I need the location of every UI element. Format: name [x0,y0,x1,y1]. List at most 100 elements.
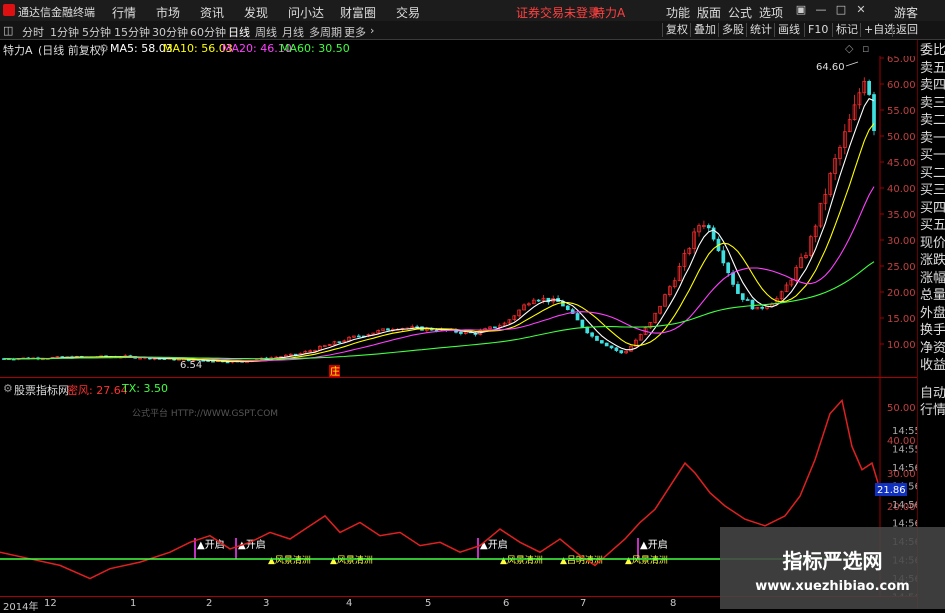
app-logo-icon [3,4,15,16]
price-tick-label-1: 60.00 [887,80,916,91]
ma60-line [3,261,875,360]
high-price-label: 64.60 [816,62,845,73]
period-15min[interactable]: 15分钟 [114,24,150,40]
low-price-label: 6.54 [180,360,202,371]
side-label-9: 买四 [920,200,945,216]
price-tick-label-8: 25.00 [887,262,916,273]
period-weekly[interactable]: 周线 [255,24,277,40]
candle-body [740,293,745,300]
period-more[interactable]: 更多 [344,24,366,40]
back-button[interactable]: 返回 [892,23,921,37]
x-label-jun: 6 [503,598,510,609]
watermark: 指标严选网 www.xuezhibiao.com [720,527,945,609]
side-label-4: 卖二 [920,113,945,128]
settings-icon[interactable]: ⚙ [99,42,109,55]
candle-body [731,272,735,285]
watermark-url: www.xuezhibiao.com [755,579,910,594]
menu-item-market[interactable]: 市场 [156,4,180,21]
chevron-right-icon[interactable]: › [370,24,374,37]
panel-toggle-icon[interactable]: ◫ [3,24,13,37]
window-toggle-icon[interactable]: ▫ [862,42,869,55]
candle-body [211,360,215,363]
close-icon[interactable]: ✕ [853,2,869,18]
indicator-tab-1[interactable]: 行情 [920,402,945,420]
high-price-pointer [845,61,859,67]
f10-button[interactable]: F10 [804,23,831,37]
candle-body [750,299,755,310]
side-label-2: 卖四 [920,78,945,93]
ma60-label: MA60: 30.50 [280,42,350,55]
candle-body [337,341,342,344]
menu-item-news[interactable]: 资讯 [200,4,224,21]
price-tick-label-7: 30.00 [887,236,916,247]
indicator-tab-0[interactable]: 自动 [920,385,945,403]
candle-body [604,342,609,347]
period-multi[interactable]: 多周期 [309,24,342,40]
maximize-icon[interactable]: □ [833,2,849,18]
price-tick-label-10: 15.00 [887,314,916,325]
menu-item-wealth[interactable]: 财富圈 [340,4,376,21]
period-1min[interactable]: 1分钟 [50,24,79,40]
period-60min[interactable]: 60分钟 [190,24,226,40]
menu-item-layout[interactable]: 版面 [697,4,721,21]
side-label-5: 卖一 [920,130,945,146]
side-label-17: 净资 [920,340,945,356]
skin-icon[interactable]: ▣ [793,2,809,18]
side-label-6: 买一 [920,148,945,163]
menu-item-discover[interactable]: 发现 [244,4,268,21]
menu-item-ask[interactable]: 问小达 [288,4,324,21]
signal-text: ▲风景清洲 [330,554,373,566]
side-label-0: 委比 [920,43,945,58]
price-tick-label-4: 45.00 [887,158,916,169]
candle-body [614,347,619,351]
login-status[interactable]: 证券交易未登录 [516,4,600,21]
ma10-line [3,123,875,362]
x-label-apr: 4 [346,598,353,609]
candle-body [575,313,580,321]
open-signal-label: ▲开启 [197,538,225,551]
price-chart[interactable]: 65.00 60.00 55.00 50.00 45.00 40.00 35.00 30.00… [0,56,917,377]
overlay-button[interactable]: 叠加 [690,23,719,37]
side-label-11: 现价 [920,235,945,251]
menu-item-function[interactable]: 功能 [666,4,690,21]
user-label[interactable]: 游客 [894,4,918,21]
mark-button[interactable]: 标记 [832,23,861,37]
candle-body [609,345,614,349]
indicator-time-tick-1: 14:55 [892,445,917,456]
menu-item-formula[interactable]: 公式 [728,4,752,21]
candle-body [565,305,570,311]
menu-item-quotes[interactable]: 行情 [112,4,136,21]
minimize-icon[interactable]: — [813,2,829,18]
period-30min[interactable]: 30分钟 [152,24,188,40]
statistics-button[interactable]: 统计 [746,23,775,37]
current-value-label: 21.86 [877,485,906,496]
chart-info-row: 特力A (日线 前复权) ⚙ MA5: 58.03 MA10: 56.03 MA… [0,40,880,57]
period-monthly[interactable]: 月线 [282,24,304,40]
window-stock-name: 特力A [593,6,626,20]
period-minute[interactable]: 分时 [22,24,44,40]
period-daily[interactable]: 日线 [228,24,250,40]
x-label-jul: 7 [580,598,587,609]
period-5min[interactable]: 5分钟 [82,24,111,40]
candle-body [736,284,740,294]
side-label-7: 买二 [920,165,945,181]
diamond-icon[interactable]: ◇ [845,42,853,55]
side-label-8: 买三 [920,183,945,198]
candle-body [493,326,497,329]
moving-average-lines [3,97,875,363]
candle-body [760,306,765,309]
draw-line-button[interactable]: 画线 [774,23,803,37]
event-marker: 庄 [330,365,340,377]
indicator-tick-label-0: 50.00 [887,403,916,414]
adjust-button[interactable]: 复权 [662,23,691,37]
multi-stock-button[interactable]: 多股 [718,23,747,37]
menu-item-options[interactable]: 选项 [759,4,783,21]
indicator-signals: ▲开启 ▲开启 ▲开启 ▲开启▲风景清洲 ▲风景清洲 ▲风景清洲 ▲吕明清洲 ▲风景清洲 [194,538,668,566]
candle-body [599,340,604,344]
candle-body [706,225,711,229]
menu-item-trade[interactable]: 交易 [396,4,420,21]
open-signal-label: ▲开启 [640,538,668,551]
side-label-14: 总量 [920,288,945,303]
candle-body [726,262,731,274]
x-label-feb: 2 [206,598,213,609]
